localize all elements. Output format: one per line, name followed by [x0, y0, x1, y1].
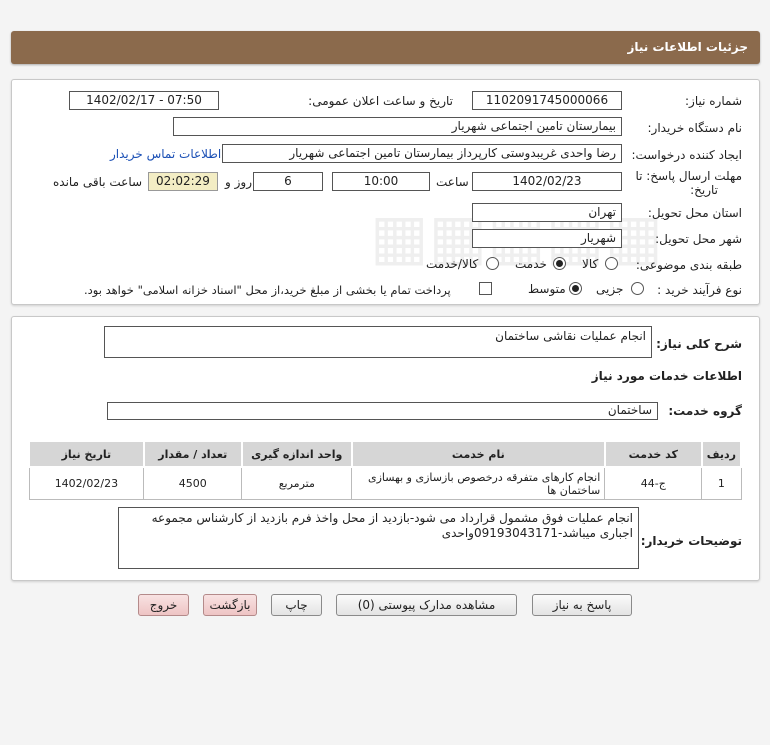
days-remaining-field: 6 [253, 172, 323, 191]
cell-service-code: ج-44 [604, 466, 703, 500]
category-label: طبقه بندی موضوعی: [635, 258, 742, 272]
category-goods-service-label: کالا/خدمت [426, 257, 479, 271]
print-button[interactable]: چاپ [271, 594, 322, 616]
col-service-name: نام خدمت [350, 440, 606, 468]
process-medium-label: متوسط [528, 282, 566, 296]
city-label: شهر محل تحویل: [655, 232, 742, 246]
process-type-label: نوع فرآیند خرید : [657, 283, 742, 297]
cell-unit: مترمربع [241, 466, 353, 500]
cell-need-date: 1402/02/23 [28, 466, 145, 500]
treasury-payment-note: پرداخت تمام یا بخشی از مبلغ خرید،از محل … [84, 283, 451, 297]
services-table: ردیف کد خدمت نام خدمت واحد اندازه گیری ت… [28, 440, 743, 500]
deadline-label: مهلت ارسال پاسخ: تا [635, 169, 742, 183]
province-field: تهران [472, 203, 622, 222]
deadline-date-field: 1402/02/23 [472, 172, 622, 191]
col-row-number: ردیف [700, 440, 743, 468]
back-button[interactable]: بازگشت [203, 594, 257, 616]
process-minor-label: جزیی [596, 282, 624, 296]
table-row: 1 ج-44 انجام کارهای متفرقه درخصوص بازساز… [28, 466, 742, 500]
announce-date-label: تاریخ و ساعت اعلان عمومی: [308, 94, 453, 108]
services-heading: اطلاعات خدمات مورد نیاز [591, 369, 742, 383]
category-service-label: خدمت [515, 257, 547, 271]
col-service-code: کد خدمت [603, 440, 703, 468]
buyer-notes-field: انجام عملیات فوق مشمول قرارداد می شود-با… [118, 507, 639, 569]
reply-to-need-button[interactable]: پاسخ به نیاز [532, 594, 632, 616]
category-service-radio[interactable] [553, 257, 566, 270]
service-group-field: ساختمان [107, 402, 658, 420]
deadline-label-date: تاریخ: [690, 183, 718, 197]
buyer-contact-link[interactable]: اطلاعات تماس خریدار [110, 147, 221, 161]
exit-button[interactable]: خروج [138, 594, 189, 616]
days-label: روز و [225, 175, 252, 189]
announce-date-field: 1402/02/17 - 07:50 [69, 91, 219, 110]
need-summary-label: شرح کلی نیاز: [656, 337, 742, 351]
city-field: شهریار [472, 229, 622, 248]
deadline-time-label: ساعت [436, 175, 469, 189]
category-goods-label: کالا [582, 257, 599, 271]
category-goods-radio[interactable] [605, 257, 618, 270]
remaining-time-field: 02:02:29 [148, 172, 218, 191]
requester-field: رضا واحدی غریبدوستی کارپرداز بیمارستان ت… [222, 144, 622, 163]
buyer-org-field: بیمارستان تامین اجتماعی شهریار [173, 117, 622, 136]
cell-quantity: 4500 [143, 466, 243, 500]
process-medium-radio[interactable] [569, 282, 582, 295]
page-header: جزئیات اطلاعات نیاز [11, 31, 760, 64]
remaining-time-label: ساعت باقی مانده [53, 175, 143, 189]
requester-label: ایجاد کننده درخواست: [631, 148, 742, 162]
province-label: استان محل تحویل: [647, 206, 742, 220]
buyer-org-label: نام دستگاه خریدار: [647, 121, 743, 135]
cell-service-name: انجام کارهای متفرقه درخصوص بازسازی و بهس… [351, 466, 606, 500]
col-unit: واحد اندازه گیری [240, 440, 353, 468]
page-title: جزئیات اطلاعات نیاز [627, 40, 748, 54]
need-number-label: شماره نیاز: [685, 94, 742, 108]
col-need-date: تاریخ نیاز [28, 440, 145, 468]
need-summary-field: انجام عملیات نقاشی ساختمان [104, 326, 652, 358]
treasury-payment-checkbox[interactable] [479, 282, 492, 295]
process-minor-radio[interactable] [631, 282, 644, 295]
category-goods-service-radio[interactable] [486, 257, 499, 270]
view-attachments-button[interactable]: مشاهده مدارک پیوستی (0) [336, 594, 517, 616]
cell-row-number: 1 [701, 466, 742, 500]
deadline-time-field: 10:00 [332, 172, 430, 191]
need-number-field: 1102091745000066 [472, 91, 622, 110]
service-group-label: گروه خدمت: [668, 404, 742, 418]
table-header-row: ردیف کد خدمت نام خدمت واحد اندازه گیری ت… [28, 440, 743, 468]
buyer-notes-label: توضیحات خریدار: [640, 534, 742, 548]
col-quantity: تعداد / مقدار [142, 440, 243, 468]
